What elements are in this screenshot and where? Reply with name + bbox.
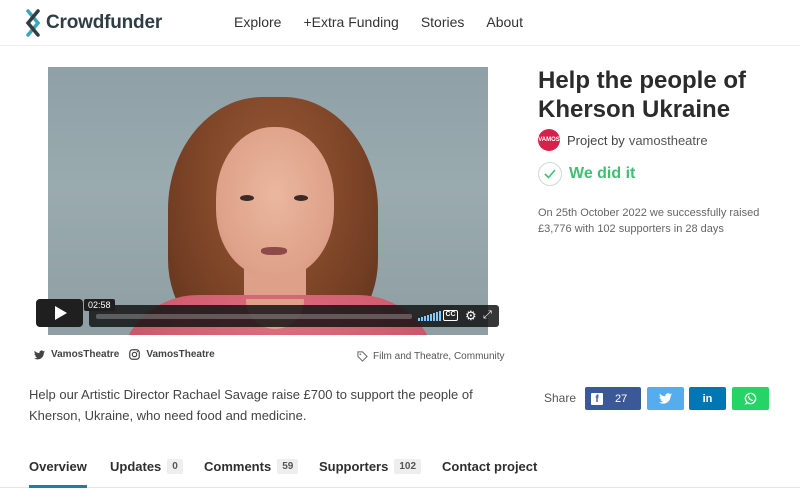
whatsapp-icon	[744, 392, 757, 405]
tab-active-indicator	[29, 485, 87, 488]
instagram-link[interactable]: VamosTheatre	[129, 349, 215, 360]
tab-count: 0	[167, 459, 183, 474]
tab-comments[interactable]: Comments 59	[204, 459, 299, 474]
twitter-handle: VamosTheatre	[51, 349, 120, 360]
project-by-label: Project by	[567, 132, 625, 148]
video-frame-eye-left	[240, 195, 254, 201]
category-tags: Film and Theatre, Community	[357, 351, 505, 362]
tab-overview[interactable]: Overview	[29, 459, 87, 474]
tab-supporters[interactable]: Supporters 102	[319, 459, 422, 474]
tab-count: 59	[277, 459, 299, 474]
tab-label: Comments	[204, 459, 272, 474]
checkmark-icon	[538, 162, 562, 186]
tab-label: Overview	[29, 459, 87, 474]
whatsapp-share-button[interactable]	[732, 387, 769, 410]
main-nav: Explore +Extra Funding Stories About	[234, 14, 545, 30]
twitter-icon	[34, 349, 45, 359]
status-text: We did it	[569, 165, 636, 182]
logo-text: Crowdfunder	[46, 12, 163, 33]
project-video[interactable]	[48, 67, 488, 335]
tab-contact-project[interactable]: Contact project	[442, 459, 537, 474]
tab-label: Supporters	[319, 459, 389, 474]
video-play-button[interactable]	[36, 299, 83, 327]
owner-name[interactable]: vamostheatre	[629, 133, 708, 148]
share-label: Share	[544, 391, 577, 405]
site-header: Crowdfunder Explore +Extra Funding Stori…	[0, 0, 800, 46]
instagram-icon	[129, 349, 141, 360]
project-tabs: Overview Updates 0 Comments 59 Supporter…	[0, 448, 800, 488]
social-links: VamosTheatre VamosTheatre	[34, 349, 225, 360]
nav-about[interactable]: About	[486, 14, 523, 30]
nav-stories[interactable]: Stories	[421, 14, 465, 30]
crowdfunder-logo-icon	[25, 9, 41, 37]
owner-avatar[interactable]: VAMOS	[538, 129, 560, 151]
play-icon	[55, 306, 67, 320]
captions-button[interactable]: CC	[443, 310, 458, 321]
tab-label: Updates	[110, 459, 162, 474]
video-progress-track[interactable]	[96, 314, 412, 319]
instagram-handle: VamosTheatre	[146, 349, 215, 360]
facebook-share-button[interactable]: f 27	[585, 387, 641, 410]
tags-text[interactable]: Film and Theatre, Community	[373, 351, 505, 362]
volume-icon[interactable]	[418, 311, 442, 321]
linkedin-icon: in	[702, 392, 713, 405]
funded-status: We did it	[538, 162, 635, 186]
video-frame-mouth	[261, 247, 287, 255]
facebook-share-count: 27	[615, 392, 628, 405]
project-title: Help the people of Kherson Ukraine	[538, 67, 747, 123]
facebook-icon: f	[591, 392, 603, 405]
linkedin-share-button[interactable]: in	[689, 387, 726, 410]
crowdfunder-logo[interactable]: Crowdfunder	[24, 9, 162, 37]
video-frame-eye-right	[294, 195, 308, 201]
twitter-icon	[659, 393, 672, 404]
tag-icon	[357, 351, 368, 362]
tab-count: 102	[394, 459, 422, 474]
project-description: Help our Artistic Director Rachael Savag…	[29, 387, 473, 423]
fullscreen-icon[interactable]: ⤢	[483, 309, 492, 321]
tab-updates[interactable]: Updates 0	[110, 459, 183, 474]
nav-explore[interactable]: Explore	[234, 14, 281, 30]
project-owner: VAMOS Project by vamostheatre	[538, 129, 708, 151]
gear-icon[interactable]: ⚙	[465, 309, 477, 322]
funding-summary: On 25th October 2022 we successfully rai…	[538, 207, 760, 235]
twitter-link[interactable]: VamosTheatre	[34, 349, 119, 360]
video-time: 02:58	[84, 299, 115, 311]
nav-extra-funding[interactable]: +Extra Funding	[303, 14, 398, 30]
twitter-share-button[interactable]	[647, 387, 684, 410]
tab-label: Contact project	[442, 459, 538, 474]
